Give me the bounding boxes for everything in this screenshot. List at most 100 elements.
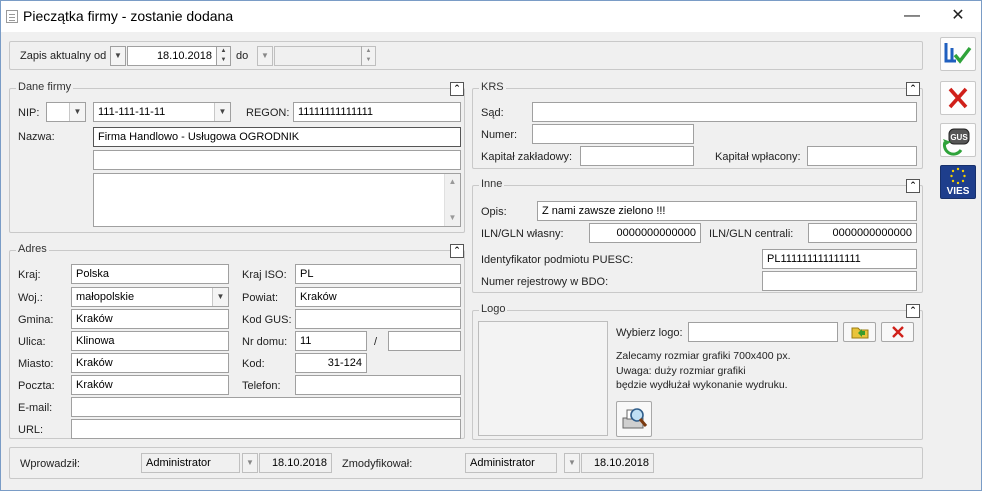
commune-input[interactable]: Kraków <box>71 309 229 329</box>
other-legend: Inne <box>479 178 505 190</box>
date-to-input[interactable] <box>274 46 362 66</box>
save-button[interactable] <box>940 37 976 71</box>
name-line2-input[interactable] <box>93 150 461 170</box>
audit-footer: Wprowadził: Administrator ▼ 18.10.2018 Z… <box>9 447 923 479</box>
gus-lookup-button[interactable]: GUS <box>940 123 976 157</box>
central-gln-input[interactable]: 0000000000000 <box>808 223 917 243</box>
nip-label: NIP: <box>18 107 40 119</box>
country-input[interactable]: Polska <box>71 264 229 284</box>
modified-by-user: Administrator <box>465 453 557 473</box>
date-from-input[interactable]: 18.10.2018 <box>127 46 217 66</box>
city-input[interactable]: Kraków <box>71 353 229 373</box>
logo-path-input[interactable] <box>688 322 838 342</box>
postal-code-label: Kod: <box>242 358 265 370</box>
svg-text:GUS: GUS <box>950 133 968 142</box>
post-office-input[interactable]: Kraków <box>71 375 229 395</box>
phone-label: Telefon: <box>242 380 281 392</box>
collapse-other-button[interactable]: ⌃ <box>906 179 920 193</box>
created-by-label: Wprowadził: <box>20 458 80 470</box>
close-button[interactable]: ✕ <box>944 5 972 27</box>
preview-print-button[interactable] <box>616 401 652 437</box>
address-group: Adres ⌃ Kraj: Polska Kraj ISO: PL Woj.: … <box>9 243 465 439</box>
modified-date-dropdown: ▼ <box>564 453 580 473</box>
house-number-input[interactable]: 11 <box>295 331 367 351</box>
date-to-spinner[interactable]: ▲ ▼ <box>361 46 376 66</box>
share-capital-input[interactable] <box>580 146 694 166</box>
folder-icon <box>851 327 868 339</box>
save-icon <box>944 43 972 64</box>
logo-legend: Logo <box>479 303 508 315</box>
street-input[interactable]: Klinowa <box>71 331 229 351</box>
country-iso-input[interactable]: PL <box>295 264 461 284</box>
created-date-dropdown: ▼ <box>242 453 258 473</box>
collapse-company-button[interactable]: ⌃ <box>450 82 464 96</box>
name-scrollbar[interactable]: ▲ ▼ <box>444 174 460 226</box>
company-data-legend: Dane firmy <box>16 81 74 93</box>
house-number-label: Nr domu: <box>242 336 288 348</box>
bdo-number-input[interactable] <box>762 271 917 291</box>
puesc-id-input[interactable]: PL111111111111111 <box>762 249 917 269</box>
commune-label: Gmina: <box>18 314 54 326</box>
bdo-number-label: Numer rejestrowy w BDO: <box>481 276 609 288</box>
date-from-spinner[interactable]: ▲ ▼ <box>216 46 231 66</box>
own-gln-input[interactable]: 0000000000000 <box>589 223 701 243</box>
logo-warning-note-2: będzie wydłużał wykonanie wydruku. <box>616 379 788 391</box>
modified-by-label: Zmodyfikował: <box>342 458 413 470</box>
krs-group: KRS ⌃ Sąd: Numer: Kapitał zakładowy: Kap… <box>472 81 923 169</box>
clear-logo-button[interactable] <box>881 322 914 342</box>
other-group: Inne ⌃ Opis: Z nami zawsze zielono !!! I… <box>472 178 923 293</box>
own-gln-label: ILN/GLN własny: <box>481 228 564 240</box>
voivodeship-select[interactable]: małopolskie ▼ <box>71 287 229 307</box>
address-legend: Adres <box>16 243 49 255</box>
logo-warning-note: Uwaga: duży rozmiar grafiki <box>616 365 746 377</box>
nip-input[interactable]: 111-111-11-11 ▼ <box>93 102 231 122</box>
vies-button[interactable]: VIES <box>940 165 976 199</box>
court-input[interactable] <box>532 102 917 122</box>
url-input[interactable] <box>71 419 461 439</box>
collapse-krs-button[interactable]: ⌃ <box>906 82 920 96</box>
document-icon <box>6 10 18 23</box>
gus-code-label: Kod GUS: <box>242 314 292 326</box>
date-from-dropdown[interactable]: ▼ <box>110 46 126 66</box>
gus-icon: GUS <box>942 128 970 156</box>
post-office-label: Poczta: <box>18 380 55 392</box>
nip-prefix-select[interactable]: ▼ <box>46 102 86 122</box>
county-label: Powiat: <box>242 292 279 304</box>
regon-input[interactable]: 11111111111111 <box>293 102 461 122</box>
voivodeship-label: Woj.: <box>18 292 43 304</box>
apartment-number-input[interactable] <box>388 331 461 351</box>
regon-label: REGON: <box>246 107 290 119</box>
county-input[interactable]: Kraków <box>295 287 461 307</box>
collapse-logo-button[interactable]: ⌃ <box>906 304 920 318</box>
browse-logo-button[interactable] <box>843 322 876 342</box>
name-line3-textarea[interactable]: ▲ ▼ <box>93 173 461 227</box>
country-label: Kraj: <box>18 269 41 281</box>
phone-input[interactable] <box>295 375 461 395</box>
paid-capital-input[interactable] <box>807 146 917 166</box>
modified-date: 18.10.2018 <box>581 453 654 473</box>
city-label: Miasto: <box>18 358 54 370</box>
title-bar: Pieczątka firmy - zostanie dodana — ✕ <box>1 1 981 32</box>
name-line1-input[interactable]: Firma Handlowo - Usługowa OGRODNIK <box>93 127 461 147</box>
created-by-user: Administrator <box>141 453 240 473</box>
number-separator: / <box>374 336 378 348</box>
email-input[interactable] <box>71 397 461 417</box>
logo-size-note: Zalecamy rozmiar grafiki 700x400 px. <box>616 350 791 362</box>
puesc-id-label: Identyfikator podmiotu PUESC: <box>481 254 634 266</box>
eu-flag-icon <box>950 167 966 185</box>
minimize-button[interactable]: — <box>898 5 926 27</box>
krs-number-input[interactable] <box>532 124 694 144</box>
print-preview-icon <box>622 408 648 429</box>
record-date-group: Zapis aktualny od ▼ 18.10.2018 ▲ ▼ do ▼ ▲… <box>9 41 923 70</box>
delete-icon <box>891 326 904 338</box>
url-label: URL: <box>18 424 44 436</box>
postal-code-input[interactable]: 31-124 <box>295 353 367 373</box>
cancel-icon <box>948 87 968 109</box>
created-date: 18.10.2018 <box>259 453 332 473</box>
gus-code-input[interactable] <box>295 309 461 329</box>
date-to-dropdown[interactable]: ▼ <box>257 46 273 66</box>
collapse-address-button[interactable]: ⌃ <box>450 244 464 258</box>
krs-legend: KRS <box>479 81 506 93</box>
cancel-button[interactable] <box>940 81 976 115</box>
description-input[interactable]: Z nami zawsze zielono !!! <box>537 201 917 221</box>
